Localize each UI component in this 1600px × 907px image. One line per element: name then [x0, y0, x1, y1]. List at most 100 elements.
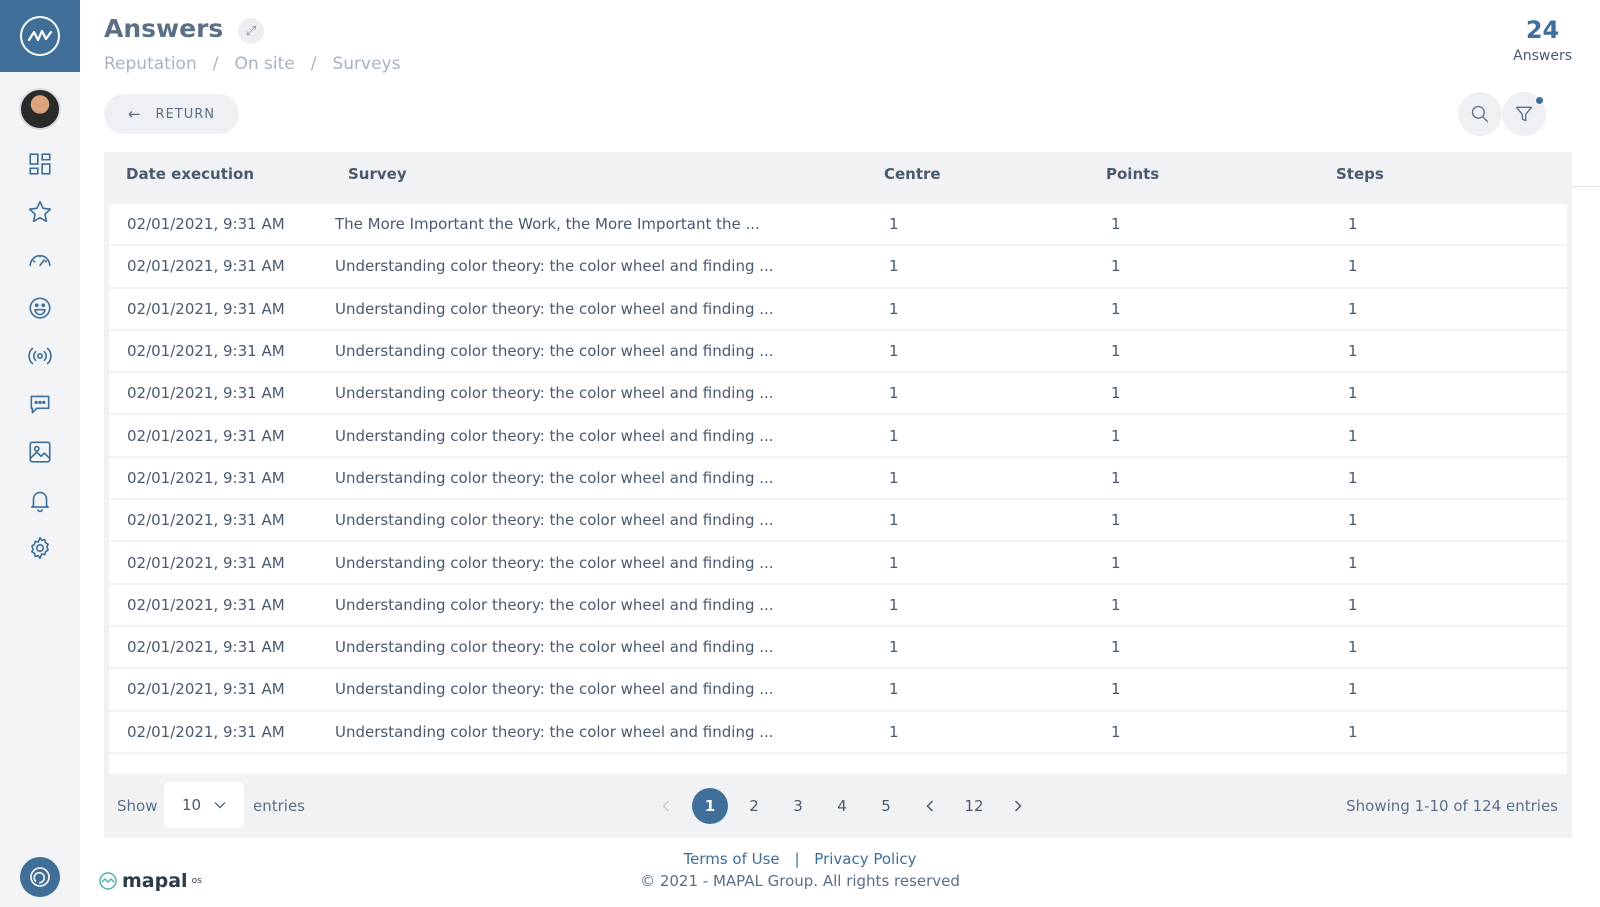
cell-steps: 1 — [1348, 595, 1358, 614]
cell-centre: 1 — [889, 215, 899, 234]
cell-points: 1 — [1111, 595, 1121, 614]
filter-button[interactable] — [1502, 92, 1546, 136]
breadcrumb-item-surveys[interactable]: Surveys — [332, 54, 400, 74]
table-row[interactable]: 02/01/2021, 9:31 AM Understanding color t… — [109, 712, 1567, 754]
table-row[interactable]: 02/01/2021, 9:31 AM Understanding color t… — [109, 373, 1567, 416]
page-button-last[interactable]: 12 — [952, 788, 996, 824]
table-row[interactable]: 02/01/2021, 9:31 AM Understanding color t… — [109, 500, 1567, 543]
table-footer: Show 10 entries 1 2 3 4 5 12 Showing 1-1… — [104, 774, 1572, 838]
cell-date: 02/01/2021, 9:31 AM — [127, 468, 285, 487]
cell-date: 02/01/2021, 9:31 AM — [127, 299, 285, 318]
page-size-value: 10 — [182, 796, 202, 814]
cell-centre: 1 — [889, 638, 899, 657]
filter-active-dot — [1535, 96, 1544, 105]
cell-points: 1 — [1111, 215, 1121, 234]
page-button-2[interactable]: 2 — [732, 788, 776, 824]
dashboard-icon[interactable] — [24, 148, 56, 180]
table-row[interactable]: 02/01/2021, 9:31 AM Understanding color t… — [109, 669, 1567, 712]
cell-centre: 1 — [889, 722, 899, 741]
cell-steps: 1 — [1348, 426, 1358, 445]
table-row[interactable]: 02/01/2021, 9:31 AM Understanding color t… — [109, 331, 1567, 374]
gear-icon[interactable] — [24, 532, 56, 564]
table-row[interactable]: 02/01/2021, 9:31 AM Understanding color t… — [109, 289, 1567, 331]
pages-back-button[interactable] — [908, 788, 952, 824]
avatar[interactable] — [19, 88, 61, 130]
prev-page-button[interactable] — [644, 788, 688, 824]
bell-icon[interactable] — [24, 484, 56, 516]
cell-date: 02/01/2021, 9:31 AM — [127, 426, 285, 445]
star-icon[interactable] — [24, 196, 56, 228]
speedometer-icon[interactable] — [24, 244, 56, 276]
breadcrumb-item-reputation[interactable]: Reputation — [104, 54, 197, 74]
smiley-icon[interactable] — [24, 292, 56, 324]
page-button-5[interactable]: 5 — [864, 788, 908, 824]
expand-button[interactable]: ⤢ — [238, 18, 264, 44]
cell-points: 1 — [1111, 638, 1121, 657]
mapal-wave-icon — [99, 872, 117, 890]
breadcrumb-item-on-site[interactable]: On site — [234, 54, 294, 74]
cell-points: 1 — [1111, 722, 1121, 741]
page-button-1[interactable]: 1 — [688, 788, 732, 824]
image-icon[interactable] — [24, 436, 56, 468]
breadcrumb-separator: / — [212, 54, 219, 74]
app-logo[interactable] — [0, 0, 80, 72]
table-row[interactable]: 02/01/2021, 9:31 AM Understanding color t… — [109, 627, 1567, 670]
cell-date: 02/01/2021, 9:31 AM — [127, 722, 285, 741]
column-header-date[interactable]: Date execution — [104, 165, 328, 183]
table-row[interactable]: 02/01/2021, 9:31 AM Understanding color t… — [109, 415, 1567, 458]
show-label: Show — [117, 797, 158, 815]
cell-date: 02/01/2021, 9:31 AM — [127, 342, 285, 361]
cell-survey: Understanding color theory: the color wh… — [335, 257, 774, 276]
privacy-link[interactable]: Privacy Policy — [814, 850, 916, 868]
chat-icon[interactable] — [24, 388, 56, 420]
cell-survey: Understanding color theory: the color wh… — [335, 553, 774, 572]
cell-survey: Understanding color theory: the color wh… — [335, 595, 774, 614]
answers-table: Date execution Survey Centre Points Step… — [104, 152, 1572, 838]
cell-points: 1 — [1111, 553, 1121, 572]
column-header-steps[interactable]: Steps — [1336, 165, 1536, 183]
cell-points: 1 — [1111, 384, 1121, 403]
column-header-centre[interactable]: Centre — [884, 165, 1106, 183]
next-page-button[interactable] — [996, 788, 1040, 824]
cell-centre: 1 — [889, 342, 899, 361]
chevron-left-icon — [926, 800, 934, 812]
column-header-points[interactable]: Points — [1106, 165, 1336, 183]
return-button[interactable]: ← RETURN — [104, 94, 239, 134]
search-button[interactable] — [1458, 92, 1502, 136]
page-size-select[interactable]: 10 — [164, 782, 244, 828]
breadcrumb: Reputation / On site / Surveys — [104, 54, 400, 74]
cell-survey: Understanding color theory: the color wh… — [335, 299, 774, 318]
cell-survey: Understanding color theory: the color wh… — [335, 722, 774, 741]
cell-date: 02/01/2021, 9:31 AM — [127, 511, 285, 530]
table-row[interactable]: 02/01/2021, 9:31 AM Understanding color t… — [109, 458, 1567, 501]
page-button-3[interactable]: 3 — [776, 788, 820, 824]
page-title: Answers — [104, 14, 224, 43]
broadcast-icon[interactable] — [24, 340, 56, 372]
answers-count-value: 24 — [1525, 16, 1560, 44]
brand-sup: os — [191, 876, 202, 886]
cell-centre: 1 — [889, 299, 899, 318]
table-row[interactable]: 02/01/2021, 9:31 AM Understanding color t… — [109, 246, 1567, 289]
page-button-4[interactable]: 4 — [820, 788, 864, 824]
cell-date: 02/01/2021, 9:31 AM — [127, 595, 285, 614]
terms-link[interactable]: Terms of Use — [683, 850, 779, 868]
chevron-right-icon — [1014, 800, 1022, 812]
cell-centre: 1 — [889, 426, 899, 445]
table-body: 02/01/2021, 9:31 AM The More Important th… — [109, 204, 1567, 774]
table-row[interactable]: 02/01/2021, 9:31 AM Understanding color t… — [109, 585, 1567, 627]
table-row[interactable]: 02/01/2021, 9:31 AM The More Important th… — [109, 204, 1567, 247]
cell-steps: 1 — [1348, 722, 1358, 741]
cell-points: 1 — [1111, 257, 1121, 276]
cell-survey: Understanding color theory: the color wh… — [335, 680, 774, 699]
showing-entries-text: Showing 1-10 of 124 entries — [1346, 797, 1558, 815]
table-header: Date execution Survey Centre Points Step… — [104, 152, 1572, 196]
chevron-left-icon — [662, 800, 670, 812]
column-header-survey[interactable]: Survey — [328, 165, 884, 183]
cell-steps: 1 — [1348, 468, 1358, 487]
cell-centre: 1 — [889, 468, 899, 487]
divider — [1572, 186, 1600, 187]
search-icon — [1471, 105, 1489, 123]
table-row[interactable]: 02/01/2021, 9:31 AM Understanding color t… — [109, 542, 1567, 585]
cell-survey: Understanding color theory: the color wh… — [335, 468, 774, 487]
cell-points: 1 — [1111, 426, 1121, 445]
